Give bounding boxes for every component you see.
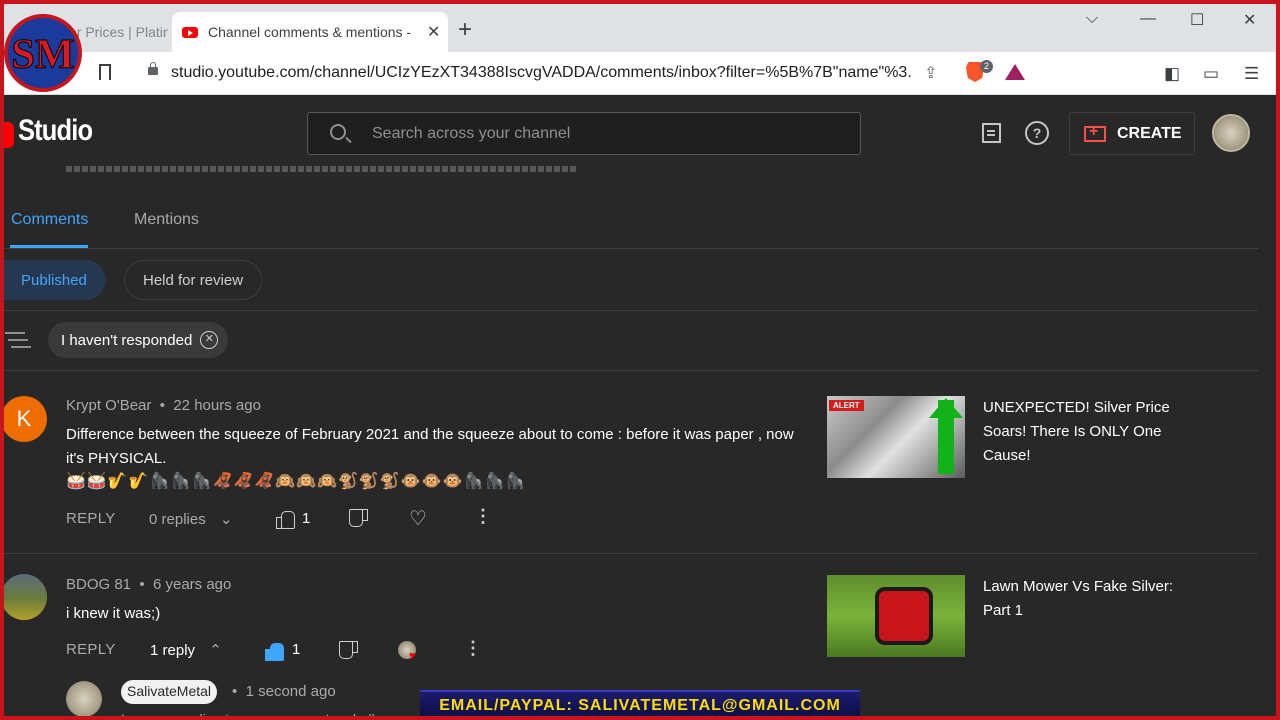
reply-time-text: 1 second ago (245, 683, 336, 700)
commenter-avatar[interactable] (1, 574, 47, 620)
comment-time[interactable]: 6 years ago (153, 576, 231, 593)
new-tab-icon[interactable]: + (458, 18, 472, 42)
create-label: CREATE (1117, 124, 1182, 142)
remove-filter-icon[interactable]: ✕ (200, 331, 219, 349)
feedback-icon[interactable] (982, 123, 1001, 143)
like-icon[interactable] (276, 511, 295, 529)
video-thumbnail[interactable] (827, 575, 965, 657)
create-video-icon (1084, 123, 1106, 142)
maximize-icon[interactable]: ☐ (1190, 10, 1204, 30)
account-avatar[interactable] (1212, 114, 1250, 152)
lawn-mower-image (875, 587, 933, 645)
meta-separator: • (155, 397, 170, 414)
heart-icon[interactable]: ♡ (409, 506, 427, 531)
browser-tab-active[interactable]: Channel comments & mentions - ✕ (172, 12, 448, 52)
comment-text: Difference between the squeeze of Februa… (66, 426, 794, 467)
reply-text: I am responding to your comment verbally… (121, 712, 402, 720)
replies-count: 1 reply (150, 642, 196, 659)
help-icon[interactable]: ? (1025, 121, 1049, 145)
thumbnail-alert-badge: ALERT (829, 400, 864, 411)
like-icon[interactable] (265, 643, 284, 661)
dislike-icon[interactable] (340, 643, 358, 659)
divider (0, 553, 1258, 554)
search-input[interactable]: Search across your channel (307, 112, 861, 155)
wallet-icon[interactable]: ▭ (1203, 64, 1219, 84)
tab-mentions[interactable]: Mentions (134, 211, 199, 229)
comment-text: i knew it was;) (66, 605, 161, 622)
menu-icon[interactable]: ☰ (1244, 64, 1259, 84)
comment-time[interactable]: 22 hours ago (173, 397, 261, 414)
filter-icon[interactable] (5, 332, 25, 334)
filter-chip[interactable]: I haven't responded ✕ (48, 322, 229, 358)
sm-logo-text: SM (12, 32, 75, 78)
browser-tab-bar: ver Prices | Platin Channel comments & m… (0, 0, 1280, 52)
reply-avatar[interactable] (66, 681, 102, 717)
url-field[interactable]: studio.youtube.com/channel/UCIzYEzXT3438… (171, 64, 911, 82)
comment-emojis: 🥁🥁🎷🎷🦍🦍🦍🦧🦧🦧🙉🙉🙉🐒🐒🐒🐵🐵🐵🦍🦍🦍 (66, 473, 527, 490)
reply-time[interactable]: • 1 second ago (232, 683, 336, 700)
divider (0, 248, 1258, 249)
email-banner: EMAIL/PAYPAL: SALIVATEMETAL@GMAIL.COM (420, 690, 860, 720)
more-actions-icon[interactable]: ⋮ (474, 506, 492, 527)
published-chip[interactable]: Published (0, 260, 106, 300)
up-arrow-icon (929, 398, 963, 474)
meta-separator: • (135, 576, 149, 593)
like-count: 1 (302, 510, 311, 527)
commenter-avatar[interactable]: K (1, 396, 47, 442)
address-bar: studio.youtube.com/channel/UCIzYEzXT3438… (0, 52, 1280, 95)
replies-count: 0 replies (149, 511, 206, 528)
sm-channel-logo: SM (4, 14, 82, 92)
close-tab-icon[interactable]: ✕ (427, 22, 440, 42)
comment-meta: BDOG 81 • 6 years ago (66, 576, 231, 593)
replies-toggle[interactable]: 1 reply ⌃ (150, 641, 222, 659)
search-icon[interactable] (330, 124, 346, 140)
held-for-review-chip[interactable]: Held for review (124, 260, 263, 300)
search-placeholder: Search across your channel (372, 125, 571, 142)
brave-rewards-icon[interactable] (1005, 64, 1025, 80)
close-window-icon[interactable]: ✕ (1243, 10, 1256, 30)
heart-badge-icon: ♥ (409, 650, 416, 662)
chevron-up-icon: ⌃ (209, 642, 222, 659)
divider (0, 310, 1258, 311)
reply-author-badge[interactable]: SalivateMetal (121, 680, 218, 704)
replies-toggle[interactable]: 0 replies ⌄ (149, 510, 232, 528)
youtube-logo-icon[interactable] (0, 122, 14, 148)
share-icon[interactable]: ⇪ (924, 63, 937, 83)
creator-heart-icon[interactable]: ♥ (398, 641, 416, 662)
studio-brand[interactable]: Studio (18, 114, 93, 148)
brave-shields-count: 2 (980, 60, 993, 73)
youtube-favicon-icon (182, 26, 198, 38)
reply-button[interactable]: REPLY (66, 510, 116, 527)
lock-icon[interactable] (148, 62, 158, 75)
chevron-down-icon: ⌄ (219, 511, 233, 528)
bookmark-icon[interactable] (99, 64, 111, 80)
more-actions-icon[interactable]: ⋮ (464, 638, 482, 659)
filter-chip-label: I haven't responded (61, 331, 193, 349)
tab-comments[interactable]: Comments (11, 211, 88, 229)
video-thumbnail[interactable]: ALERT (827, 396, 965, 478)
create-button[interactable]: CREATE (1069, 112, 1195, 155)
dislike-icon[interactable] (350, 511, 368, 527)
comment-meta: Krypt O'Bear • 22 hours ago (66, 397, 261, 414)
video-title[interactable]: Lawn Mower Vs Fake Silver: Part 1 (983, 575, 1183, 623)
video-title[interactable]: UNEXPECTED! Silver Price Soars! There Is… (983, 396, 1183, 468)
reply-button[interactable]: REPLY (66, 641, 116, 658)
comment-author[interactable]: BDOG 81 (66, 576, 131, 593)
sidebar-icon[interactable]: ◧ (1164, 64, 1180, 84)
tab-search-icon[interactable]: ⌵ (1086, 10, 1098, 28)
comment-author[interactable]: Krypt O'Bear (66, 397, 151, 414)
scrolled-content-remnant (66, 166, 576, 172)
minimize-icon[interactable]: — (1140, 10, 1156, 28)
divider (0, 370, 1258, 371)
like-count: 1 (292, 641, 301, 658)
browser-tab-title: Channel comments & mentions - (208, 24, 412, 40)
